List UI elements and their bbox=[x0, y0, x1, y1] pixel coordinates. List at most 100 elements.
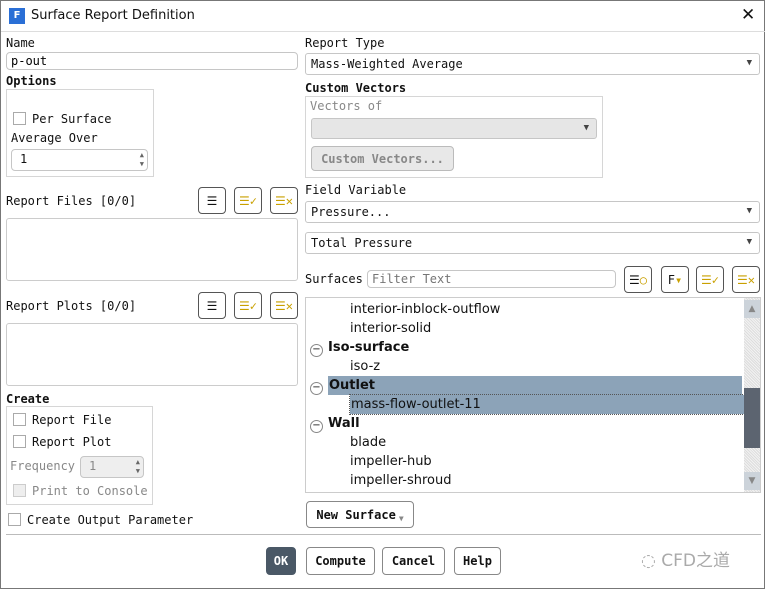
new-surface-button[interactable]: New Surface ▼ bbox=[306, 501, 414, 528]
surfaces-tree[interactable]: interior-inblock-outflow interior-solid − I… bbox=[305, 297, 761, 493]
tree-label: blade bbox=[350, 435, 387, 450]
chevron-down-icon: ▼ bbox=[398, 514, 404, 523]
tree-label: Outlet bbox=[328, 376, 742, 395]
tree-group[interactable]: − Wall bbox=[310, 414, 360, 433]
tree-group[interactable]: − Outlet bbox=[310, 376, 742, 395]
report-plots-label: Report Plots [0/0] bbox=[6, 299, 137, 313]
report-plots-select-all-button[interactable]: ☰✓ bbox=[234, 292, 262, 319]
average-over-value: 1 bbox=[20, 152, 28, 166]
tree-item[interactable]: iso-z bbox=[350, 357, 380, 376]
tree-label: Wall bbox=[328, 416, 360, 431]
report-plots-list-button[interactable]: ☰ bbox=[198, 292, 226, 319]
field-variable-value: Total Pressure bbox=[311, 236, 413, 250]
surfaces-filter-input[interactable] bbox=[367, 270, 616, 288]
report-plots-deselect-button[interactable]: ☰✕ bbox=[270, 292, 298, 319]
group-icon: F▾ bbox=[667, 272, 683, 287]
list-icon: ☰ bbox=[206, 193, 218, 208]
spinner-arrows-icon[interactable]: ▲ ▼ bbox=[140, 151, 144, 169]
report-type-select[interactable]: Mass-Weighted Average ▼ bbox=[305, 53, 760, 75]
report-files-label: Report Files [0/0] bbox=[6, 194, 137, 208]
select-all-icon: ☰✓ bbox=[239, 298, 257, 313]
custom-vectors-button[interactable]: Custom Vectors... bbox=[311, 146, 454, 171]
report-type-value: Mass-Weighted Average bbox=[311, 57, 463, 71]
chevron-down-icon: ▼ bbox=[746, 58, 752, 68]
tree-item[interactable]: mass-flow-outlet-11 bbox=[349, 394, 747, 415]
scroll-down-icon[interactable]: ▼ bbox=[744, 472, 760, 490]
name-label: Name bbox=[6, 36, 35, 50]
collapse-icon[interactable]: − bbox=[310, 420, 323, 433]
deselect-all-icon: ☰✕ bbox=[737, 272, 755, 287]
average-over-spinner[interactable]: 1 ▲ ▼ bbox=[11, 149, 148, 171]
tree-item[interactable]: impeller-hub bbox=[350, 452, 432, 471]
field-variable-label: Field Variable bbox=[305, 183, 407, 197]
field-category-value: Pressure... bbox=[311, 205, 391, 219]
spinner-arrows-icon[interactable]: ▲ ▼ bbox=[136, 458, 140, 476]
field-variable-select[interactable]: Total Pressure ▼ bbox=[305, 232, 760, 254]
help-button[interactable]: Help bbox=[454, 547, 501, 575]
report-files-list[interactable] bbox=[6, 218, 298, 281]
scrollbar[interactable]: ▲ ▼ bbox=[744, 298, 760, 492]
vectors-of-label: Vectors of bbox=[310, 99, 383, 113]
scrollbar-thumb[interactable] bbox=[744, 388, 760, 448]
tree-group[interactable]: − Iso-surface bbox=[310, 338, 409, 357]
tree-label: impeller-hub bbox=[350, 454, 432, 469]
tree-item[interactable]: blade bbox=[350, 433, 386, 452]
custom-vectors-label: Custom Vectors bbox=[305, 81, 407, 95]
frequency-spinner[interactable]: 1 ▲ ▼ bbox=[80, 456, 144, 478]
list-circle-icon: ☰○ bbox=[629, 272, 647, 287]
collapse-icon[interactable]: − bbox=[310, 344, 323, 357]
create-output-parameter-checkbox[interactable] bbox=[8, 513, 21, 526]
report-files-list-button[interactable]: ☰ bbox=[198, 187, 226, 214]
name-input[interactable] bbox=[6, 52, 298, 70]
ok-button[interactable]: OK bbox=[266, 547, 296, 575]
tree-label: mass-flow-outlet-11 bbox=[349, 394, 747, 415]
tree-label: interior-solid bbox=[350, 321, 432, 336]
chevron-down-icon: ▼ bbox=[746, 237, 752, 247]
deselect-all-icon: ☰✕ bbox=[275, 298, 293, 313]
footer-divider bbox=[6, 534, 761, 535]
surfaces-select-by-button[interactable]: ☰○ bbox=[624, 266, 652, 293]
chevron-down-icon: ▼ bbox=[746, 206, 752, 216]
collapse-icon[interactable]: − bbox=[310, 382, 323, 395]
report-file-checkbox[interactable] bbox=[13, 413, 26, 426]
dialog-window: F Surface Report Definition ✕ Name Optio… bbox=[0, 0, 765, 589]
scroll-up-icon[interactable]: ▲ bbox=[744, 300, 760, 318]
surfaces-group-button[interactable]: F▾ bbox=[661, 266, 689, 293]
tree-item[interactable]: interior-inblock-outflow bbox=[350, 300, 500, 319]
surfaces-deselect-button[interactable]: ☰✕ bbox=[732, 266, 760, 293]
tree-label: impeller-shroud bbox=[350, 473, 452, 488]
field-category-select[interactable]: Pressure... ▼ bbox=[305, 201, 760, 223]
wechat-icon: ◌ bbox=[641, 551, 662, 571]
print-to-console-checkbox[interactable] bbox=[13, 484, 26, 497]
frequency-value: 1 bbox=[89, 459, 97, 473]
new-surface-label: New Surface bbox=[316, 507, 396, 522]
report-files-select-all-button[interactable]: ☰✓ bbox=[234, 187, 262, 214]
list-icon: ☰ bbox=[206, 298, 218, 313]
print-to-console-label: Print to Console bbox=[32, 484, 148, 498]
watermark: ◌ CFD之道 bbox=[641, 546, 730, 571]
fluent-logo-icon: F bbox=[9, 8, 25, 24]
surfaces-label: Surfaces bbox=[305, 272, 363, 286]
tree-label: Iso-surface bbox=[328, 340, 410, 355]
cancel-button[interactable]: Cancel bbox=[382, 547, 445, 575]
tree-item[interactable]: impeller-shroud bbox=[350, 471, 451, 490]
window-title: Surface Report Definition bbox=[31, 8, 195, 23]
frequency-label: Frequency bbox=[10, 459, 76, 473]
surfaces-select-all-button[interactable]: ☰✓ bbox=[696, 266, 724, 293]
compute-button[interactable]: Compute bbox=[306, 547, 375, 575]
tree-item[interactable]: interior-solid bbox=[350, 319, 431, 338]
vectors-of-select[interactable]: ▼ bbox=[311, 118, 597, 139]
select-all-icon: ☰✓ bbox=[239, 193, 257, 208]
report-plot-checkbox[interactable] bbox=[13, 435, 26, 448]
per-surface-checkbox[interactable] bbox=[13, 112, 26, 125]
report-plot-label: Report Plot bbox=[32, 435, 112, 449]
select-all-icon: ☰✓ bbox=[701, 272, 719, 287]
create-output-parameter-label: Create Output Parameter bbox=[27, 513, 194, 527]
close-icon[interactable]: ✕ bbox=[741, 5, 755, 25]
report-file-label: Report File bbox=[32, 413, 112, 427]
report-plots-list[interactable] bbox=[6, 323, 298, 386]
per-surface-label: Per Surface bbox=[32, 112, 112, 126]
tree-label: iso-z bbox=[350, 359, 381, 374]
options-label: Options bbox=[6, 74, 57, 88]
report-files-deselect-button[interactable]: ☰✕ bbox=[270, 187, 298, 214]
